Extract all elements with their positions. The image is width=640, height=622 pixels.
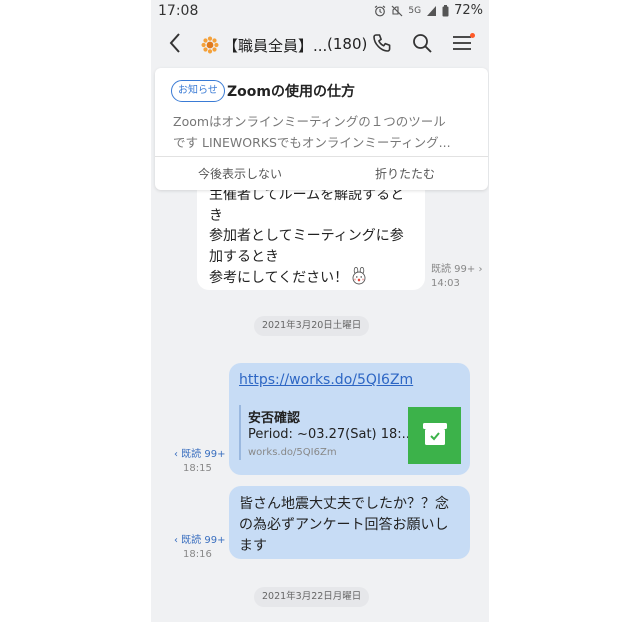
status-icons: 5G 72%	[374, 3, 483, 18]
message-line: 参考にしてください！	[209, 270, 349, 286]
search-button[interactable]	[409, 32, 435, 58]
phone-screen: 17:08 5G 72% 【職員全員】... (180) 主催者してルームを解説…	[151, 0, 489, 622]
notice-title: Zoomの使用の仕方	[227, 84, 355, 100]
link-message-meta: ‹ 既読 99+ 18:15	[174, 448, 225, 476]
announcement-card[interactable]: お知らせ Zoomの使用の仕方 Zoomはオンラインミーティングの１つのツール …	[155, 68, 488, 190]
message-line: 参加者としてミーティングに参	[209, 228, 404, 244]
back-button[interactable]	[163, 32, 187, 58]
mute-icon	[391, 5, 403, 17]
sun-flower-icon	[201, 36, 219, 54]
read-count[interactable]: ‹ 既読 99+	[174, 448, 225, 462]
chat-header: 【職員全員】... (180)	[151, 24, 489, 66]
collapse-button[interactable]: 折りたたむ	[350, 165, 460, 182]
message-line: 加するとき	[209, 248, 279, 265]
outgoing-link-message[interactable]: https://works.do/5QI6Zm 安否確認 Period: ~03…	[229, 363, 470, 475]
date-separator: 2021年3月20日土曜日	[254, 316, 370, 336]
link-preview-card[interactable]: 安否確認 Period: ~03.27(Sat) 18:... works.do…	[239, 405, 461, 465]
call-button[interactable]	[369, 32, 395, 58]
date-separator: 2021年3月22日月曜日	[254, 587, 370, 607]
phone-icon	[371, 32, 393, 58]
message-line-with-sticker: 参考にしてください！	[209, 266, 415, 292]
message-time: 18:16	[183, 549, 212, 560]
notice-body-line: Zoomはオンラインミーティングの１つのツール	[173, 114, 446, 129]
read-count[interactable]: 既読 99+ ›	[431, 263, 482, 277]
chevron-left-icon	[168, 32, 182, 58]
notification-dot	[470, 33, 475, 38]
preview-title: 安否確認	[248, 411, 301, 426]
status-time: 17:08	[158, 3, 199, 19]
rabbit-emoji-icon	[350, 266, 368, 292]
status-bar: 17:08 5G 72%	[151, 0, 489, 24]
notice-body: Zoomはオンラインミーティングの１つのツール です LINEWORKSでもオン…	[173, 111, 473, 153]
preview-accent-bar	[239, 405, 241, 460]
menu-button[interactable]	[449, 32, 475, 58]
preview-thumbnail	[408, 407, 461, 464]
message-line: き	[209, 207, 223, 224]
text-message-meta: ‹ 既読 99+ 18:16	[174, 534, 225, 562]
alarm-icon	[374, 5, 386, 17]
dont-show-again-button[interactable]: 今後表示しない	[185, 165, 295, 182]
message-line: の為必ずアンケート回答お願いし	[239, 517, 449, 533]
outgoing-text-message[interactable]: 皆さん地震大丈夫でしたか？？念 の為必ずアンケート回答お願いし ます	[229, 486, 470, 559]
notice-badge: お知らせ	[171, 80, 225, 102]
preview-domain: works.do/5QI6Zm	[248, 447, 337, 458]
message-time: 18:15	[183, 463, 212, 474]
member-count[interactable]: (180)	[327, 35, 367, 53]
preview-description: Period: ~03.27(Sat) 18:...	[248, 427, 415, 442]
incoming-meta: 既読 99+ › 14:03	[431, 263, 482, 291]
battery-percent: 72%	[454, 3, 483, 18]
notice-body-line: です LINEWORKSでもオンラインミーティング...	[173, 135, 451, 150]
message-time: 14:03	[431, 278, 460, 289]
search-icon	[411, 32, 433, 58]
message-link[interactable]: https://works.do/5QI6Zm	[239, 372, 413, 388]
box-check-icon	[422, 422, 448, 450]
battery-icon	[442, 4, 449, 17]
read-count[interactable]: ‹ 既読 99+	[174, 534, 225, 548]
signal-icon	[426, 5, 437, 17]
message-line: ます	[239, 538, 267, 554]
message-line: 皆さん地震大丈夫でしたか？？念	[239, 496, 449, 512]
notice-divider	[155, 156, 488, 157]
network-label: 5G	[408, 5, 422, 16]
